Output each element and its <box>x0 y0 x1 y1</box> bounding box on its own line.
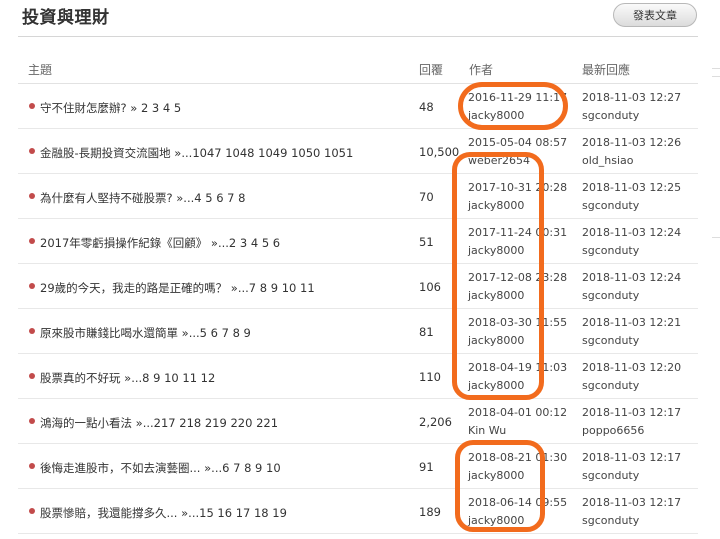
last-reply-date[interactable]: 2018-11-03 12:17 <box>582 496 681 509</box>
adjacent-panel-edge <box>712 68 720 238</box>
last-reply-date[interactable]: 2018-11-03 12:25 <box>582 181 681 194</box>
last-reply-date[interactable]: 2018-11-03 12:20 <box>582 361 681 374</box>
thread-title-link[interactable]: 為什麼有人堅持不碰股票? <box>40 191 173 205</box>
thread-page-links[interactable]: »...4 5 6 7 8 <box>173 191 245 205</box>
bullet-dot <box>29 508 35 514</box>
last-reply-date[interactable]: 2018-11-03 12:17 <box>582 451 681 464</box>
thread-title-link[interactable]: 股票真的不好玩 <box>40 371 121 385</box>
last-reply-user[interactable]: sgconduty <box>582 514 639 527</box>
last-reply-date[interactable]: 2018-11-03 12:21 <box>582 316 681 329</box>
thread-page-links[interactable]: »...15 16 17 18 19 <box>177 506 287 520</box>
bullet-dot <box>29 283 35 289</box>
last-reply-user[interactable]: sgconduty <box>582 334 639 347</box>
thread-page-links[interactable]: »...6 7 8 9 10 <box>200 461 281 475</box>
thread-page-links[interactable]: »...1047 1048 1049 1050 1051 <box>171 146 353 160</box>
thread-row: 鴻海的一點小看法 »...217 218 219 220 221 2,206 2… <box>18 399 698 444</box>
bullet-dot <box>29 418 35 424</box>
reply-count: 48 <box>419 100 434 114</box>
reply-count: 91 <box>419 460 434 474</box>
bullet-dot <box>29 103 35 109</box>
thread-title-link[interactable]: 2017年零虧損操作紀錄《回顧》 <box>40 236 207 250</box>
thread-title-link[interactable]: 鴻海的一點小看法 <box>40 416 132 430</box>
thread-title-link[interactable]: 金融股-長期投資交流園地 <box>40 146 171 160</box>
bullet-dot <box>29 148 35 154</box>
last-reply-user[interactable]: old_hsiao <box>582 154 634 167</box>
author-name[interactable]: jacky8000 <box>468 334 524 347</box>
author-date: 2018-04-01 00:12 <box>468 406 568 419</box>
author-date: 2018-06-14 09:55 <box>468 496 568 509</box>
reply-count: 10,500 <box>419 145 460 159</box>
last-reply-date[interactable]: 2018-11-03 12:26 <box>582 136 681 149</box>
column-header-topic[interactable]: 主題 <box>28 61 52 78</box>
reply-count: 110 <box>419 370 441 384</box>
column-header-latest[interactable]: 最新回應 <box>582 61 630 78</box>
author-date: 2015-05-04 08:57 <box>468 136 568 149</box>
thread-row: 金融股-長期投資交流園地 »...1047 1048 1049 1050 105… <box>18 129 698 174</box>
author-name[interactable]: weber2654 <box>468 154 530 167</box>
author-name[interactable]: jacky8000 <box>468 289 524 302</box>
thread-title-link[interactable]: 後悔走進股市，不如去演藝圈... <box>40 461 200 475</box>
last-reply-user[interactable]: sgconduty <box>582 289 639 302</box>
bullet-dot <box>29 373 35 379</box>
thread-title-link[interactable]: 守不住財怎麼辦? <box>40 101 127 115</box>
bullet-dot <box>29 193 35 199</box>
author-name[interactable]: jacky8000 <box>468 199 524 212</box>
author-name[interactable]: Kin Wu <box>468 424 506 437</box>
thread-row: 2017年零虧損操作紀錄《回顧》 »...2 3 4 5 6 51 2017-1… <box>18 219 698 264</box>
author-date: 2016-11-29 11:17 <box>468 91 568 104</box>
reply-count: 81 <box>419 325 434 339</box>
thread-title-link[interactable]: 股票慘賠，我還能撐多久... <box>40 506 177 520</box>
thread-row: 29歲的今天，我走的路是正確的嗎？ »...7 8 9 10 11 106 20… <box>18 264 698 309</box>
last-reply-user[interactable]: sgconduty <box>582 109 639 122</box>
reply-count: 51 <box>419 235 434 249</box>
last-reply-user[interactable]: sgconduty <box>582 199 639 212</box>
reply-count: 70 <box>419 190 434 204</box>
last-reply-user[interactable]: sgconduty <box>582 379 639 392</box>
reply-count: 189 <box>419 505 441 519</box>
thread-row: 原來股市賺錢比喝水還簡單 »...5 6 7 8 9 81 2018-03-30… <box>18 309 698 354</box>
thread-page-links[interactable]: » 2 3 4 5 <box>127 101 181 115</box>
page-title: 投資與理財 <box>22 8 110 28</box>
author-name[interactable]: jacky8000 <box>468 514 524 527</box>
reply-count: 106 <box>419 280 441 294</box>
author-date: 2018-03-30 11:55 <box>468 316 568 329</box>
last-reply-date[interactable]: 2018-11-03 12:24 <box>582 226 681 239</box>
thread-page-links[interactable]: »...8 9 10 11 12 <box>121 371 215 385</box>
thread-row: 守不住財怎麼辦? » 2 3 4 5 48 2016-11-29 11:17 j… <box>18 84 698 129</box>
thread-page-links[interactable]: »...5 6 7 8 9 <box>178 326 251 340</box>
author-name[interactable]: jacky8000 <box>468 244 524 257</box>
thread-row: 為什麼有人堅持不碰股票? »...4 5 6 7 8 70 2017-10-31… <box>18 174 698 219</box>
last-reply-user[interactable]: poppo6656 <box>582 424 644 437</box>
thread-title-link[interactable]: 29歲的今天，我走的路是正確的嗎？ <box>40 281 227 295</box>
thread-title-link[interactable]: 原來股市賺錢比喝水還簡單 <box>40 326 178 340</box>
post-article-button[interactable]: 發表文章 <box>613 3 697 27</box>
last-reply-date[interactable]: 2018-11-03 12:24 <box>582 271 681 284</box>
column-header-replies[interactable]: 回覆 <box>419 61 443 78</box>
thread-page-links[interactable]: »...7 8 9 10 11 <box>227 281 315 295</box>
author-date: 2017-11-24 00:31 <box>468 226 568 239</box>
author-name[interactable]: jacky8000 <box>468 469 524 482</box>
author-date: 2017-12-08 23:28 <box>468 271 568 284</box>
author-date: 2018-04-19 11:03 <box>468 361 568 374</box>
bullet-dot <box>29 328 35 334</box>
thread-row: 後悔走進股市，不如去演藝圈... »...6 7 8 9 10 91 2018-… <box>18 444 698 489</box>
reply-count: 2,206 <box>419 415 452 429</box>
thread-row: 股票慘賠，我還能撐多久... »...15 16 17 18 19 189 20… <box>18 489 698 534</box>
bullet-dot <box>29 238 35 244</box>
last-reply-user[interactable]: sgconduty <box>582 244 639 257</box>
thread-row: 股票真的不好玩 »...8 9 10 11 12 110 2018-04-19 … <box>18 354 698 399</box>
last-reply-date[interactable]: 2018-11-03 12:17 <box>582 406 681 419</box>
author-date: 2017-10-31 20:28 <box>468 181 568 194</box>
last-reply-user[interactable]: sgconduty <box>582 469 639 482</box>
title-divider <box>18 36 698 37</box>
author-date: 2018-08-21 01:30 <box>468 451 568 464</box>
author-name[interactable]: jacky8000 <box>468 379 524 392</box>
bullet-dot <box>29 463 35 469</box>
thread-page-links[interactable]: »...2 3 4 5 6 <box>207 236 280 250</box>
author-name[interactable]: jacky8000 <box>468 109 524 122</box>
thread-page-links[interactable]: »...217 218 219 220 221 <box>132 416 278 430</box>
column-header-author[interactable]: 作者 <box>469 61 493 78</box>
last-reply-date[interactable]: 2018-11-03 12:27 <box>582 91 681 104</box>
adjacent-panel-edge-line <box>712 76 720 77</box>
